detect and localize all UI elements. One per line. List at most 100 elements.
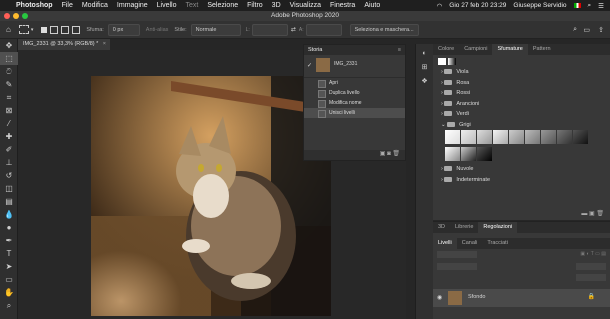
camera-icon[interactable]: ◙ — [387, 151, 391, 157]
workspace-icon[interactable]: ▭ — [583, 26, 590, 34]
adjustments-panel-icon[interactable]: ❖ — [416, 77, 433, 85]
brush-tool-icon[interactable]: ✐ — [0, 143, 18, 156]
document-image-cat[interactable] — [91, 76, 331, 316]
swatches-panel-icon[interactable]: ⊞ — [416, 63, 433, 71]
new-document-icon[interactable]: ▣ — [380, 151, 386, 157]
gradient-swatch[interactable] — [573, 130, 588, 144]
marquee-tool-icon[interactable]: ⬚ — [0, 52, 18, 65]
gradient-swatch[interactable] — [445, 147, 460, 161]
gradient-folder[interactable]: › Viola — [433, 67, 610, 78]
crop-tool-icon[interactable]: ⌗ — [0, 91, 18, 104]
new-selection-icon[interactable] — [41, 26, 48, 33]
menu-selezione[interactable]: Selezione — [207, 2, 238, 9]
healing-brush-icon[interactable]: ✚ — [0, 130, 18, 143]
user-name[interactable]: Giuseppe Servidio — [513, 2, 566, 9]
dodge-tool-icon[interactable]: ● — [0, 221, 18, 234]
eraser-icon[interactable]: ◫ — [0, 182, 18, 195]
move-tool-icon[interactable]: ✥ — [0, 39, 18, 52]
opacity-input[interactable] — [576, 263, 606, 270]
select-and-mask-button[interactable]: Seleziona e maschera... — [349, 23, 419, 36]
gradient-swatch[interactable] — [445, 130, 460, 144]
history-item[interactable]: Apri — [304, 78, 405, 88]
tab-sfumature[interactable]: Sfumature — [492, 44, 528, 55]
new-folder-icon[interactable]: ▬ — [581, 211, 587, 217]
intersect-selection-icon[interactable] — [72, 25, 81, 34]
gradient-folder[interactable]: › Rossi — [433, 88, 610, 99]
history-item-selected[interactable]: Unisci livelli — [304, 108, 405, 118]
color-panel-icon[interactable]: ◐ — [416, 50, 433, 57]
search-icon[interactable]: ⌕ — [573, 26, 577, 34]
fill-input[interactable] — [576, 274, 606, 281]
pen-tool-icon[interactable]: ✒ — [0, 234, 18, 247]
marquee-tool-icon[interactable] — [18, 25, 29, 34]
tab-regolazioni[interactable]: Regolazioni — [478, 222, 518, 233]
gradient-swatch[interactable] — [477, 130, 492, 144]
panel-menu-icon[interactable]: ≡ — [398, 45, 401, 55]
tab-tracciati[interactable]: Tracciati — [482, 238, 513, 249]
gradient-folder[interactable]: › Arancioni — [433, 99, 610, 110]
gradient-folder[interactable]: › Nuvole — [433, 164, 610, 175]
eyedropper-icon[interactable]: ⁄ — [0, 117, 18, 130]
gradient-swatch[interactable] — [557, 130, 572, 144]
history-item[interactable]: Modifica nome — [304, 98, 405, 108]
recent-gradient-swatch[interactable] — [438, 58, 446, 65]
share-icon[interactable]: ⇪ — [598, 26, 604, 34]
menu-3d[interactable]: 3D — [272, 2, 281, 9]
zoom-tool-icon[interactable]: ⌕ — [0, 299, 18, 312]
menu-finestra[interactable]: Finestra — [330, 2, 355, 9]
visibility-eye-icon[interactable]: ◉ — [437, 294, 442, 301]
wifi-icon[interactable]: ◠ — [437, 2, 443, 10]
layer-kind-filter[interactable] — [437, 251, 477, 258]
new-gradient-icon[interactable]: ▣ — [589, 211, 595, 217]
gradient-folder[interactable]: › Verdi — [433, 109, 610, 120]
menu-list-icon[interactable]: ☰ — [598, 2, 604, 10]
menu-app[interactable]: Photoshop — [16, 2, 53, 9]
menu-aiuto[interactable]: Aiuto — [364, 2, 380, 9]
height-input[interactable] — [305, 23, 342, 36]
datetime[interactable]: Gio 27 feb 20 23:29 — [449, 2, 506, 9]
gradient-swatch[interactable] — [477, 147, 492, 161]
menu-filtro[interactable]: Filtro — [247, 2, 263, 9]
path-selection-icon[interactable]: ➤ — [0, 260, 18, 273]
gradient-swatch[interactable] — [541, 130, 556, 144]
home-icon[interactable]: ⌂ — [6, 25, 11, 34]
menu-visualizza[interactable]: Visualizza — [290, 2, 321, 9]
flag-icon[interactable] — [573, 3, 581, 8]
tab-colore[interactable]: Colore — [433, 44, 459, 55]
layer-row[interactable]: ◉ Sfondo 🔒 — [433, 289, 610, 307]
type-tool-icon[interactable]: T — [0, 247, 18, 260]
gradient-folder[interactable]: › Rosa — [433, 78, 610, 89]
document-tab[interactable]: IMG_2331 @ 33,3% (RGB/8) * × — [18, 39, 110, 50]
close-window-icon[interactable] — [4, 13, 10, 19]
rectangle-tool-icon[interactable]: ▭ — [0, 273, 18, 286]
history-brush-icon[interactable]: ↺ — [0, 169, 18, 182]
gradient-swatch[interactable] — [461, 147, 476, 161]
gradient-folder-open[interactable]: ⌄ Grigi — [433, 120, 610, 131]
blur-tool-icon[interactable]: 💧 — [0, 208, 18, 221]
gradient-tool-icon[interactable]: ▤ — [0, 195, 18, 208]
hand-tool-icon[interactable]: ✋ — [0, 286, 18, 299]
blend-mode-select[interactable] — [437, 263, 477, 270]
tab-livelli[interactable]: Livelli — [433, 238, 457, 249]
clone-stamp-icon[interactable]: ⊥ — [0, 156, 18, 169]
lock-icon[interactable]: 🔒 — [588, 293, 595, 300]
filter-icons[interactable]: ▣ ◐ T ▭ ▤ — [580, 251, 606, 257]
trash-icon[interactable]: 🗑 — [392, 151, 400, 157]
tab-canali[interactable]: Canali — [457, 238, 483, 249]
menu-modifica[interactable]: Modifica — [82, 2, 108, 9]
frame-tool-icon[interactable]: ⊠ — [0, 104, 18, 117]
tab-librerie[interactable]: Librerie — [450, 222, 478, 233]
chevron-down-icon[interactable]: ▾ — [31, 27, 34, 33]
style-select[interactable]: Normale — [190, 23, 241, 36]
history-panel-title[interactable]: Storia — [308, 47, 322, 53]
search-icon[interactable]: ⌕ — [588, 2, 592, 10]
checkmark-icon[interactable]: ✓ — [307, 62, 312, 69]
close-tab-icon[interactable]: × — [103, 39, 106, 50]
quick-selection-icon[interactable]: ✎ — [0, 78, 18, 91]
gradient-swatch[interactable] — [509, 130, 524, 144]
gradient-swatch[interactable] — [461, 130, 476, 144]
history-item[interactable]: Duplica livello — [304, 88, 405, 98]
gradient-folder[interactable]: › Indeterminate — [433, 175, 610, 186]
gradient-swatch[interactable] — [493, 130, 508, 144]
lasso-tool-icon[interactable]: ට — [0, 65, 18, 78]
